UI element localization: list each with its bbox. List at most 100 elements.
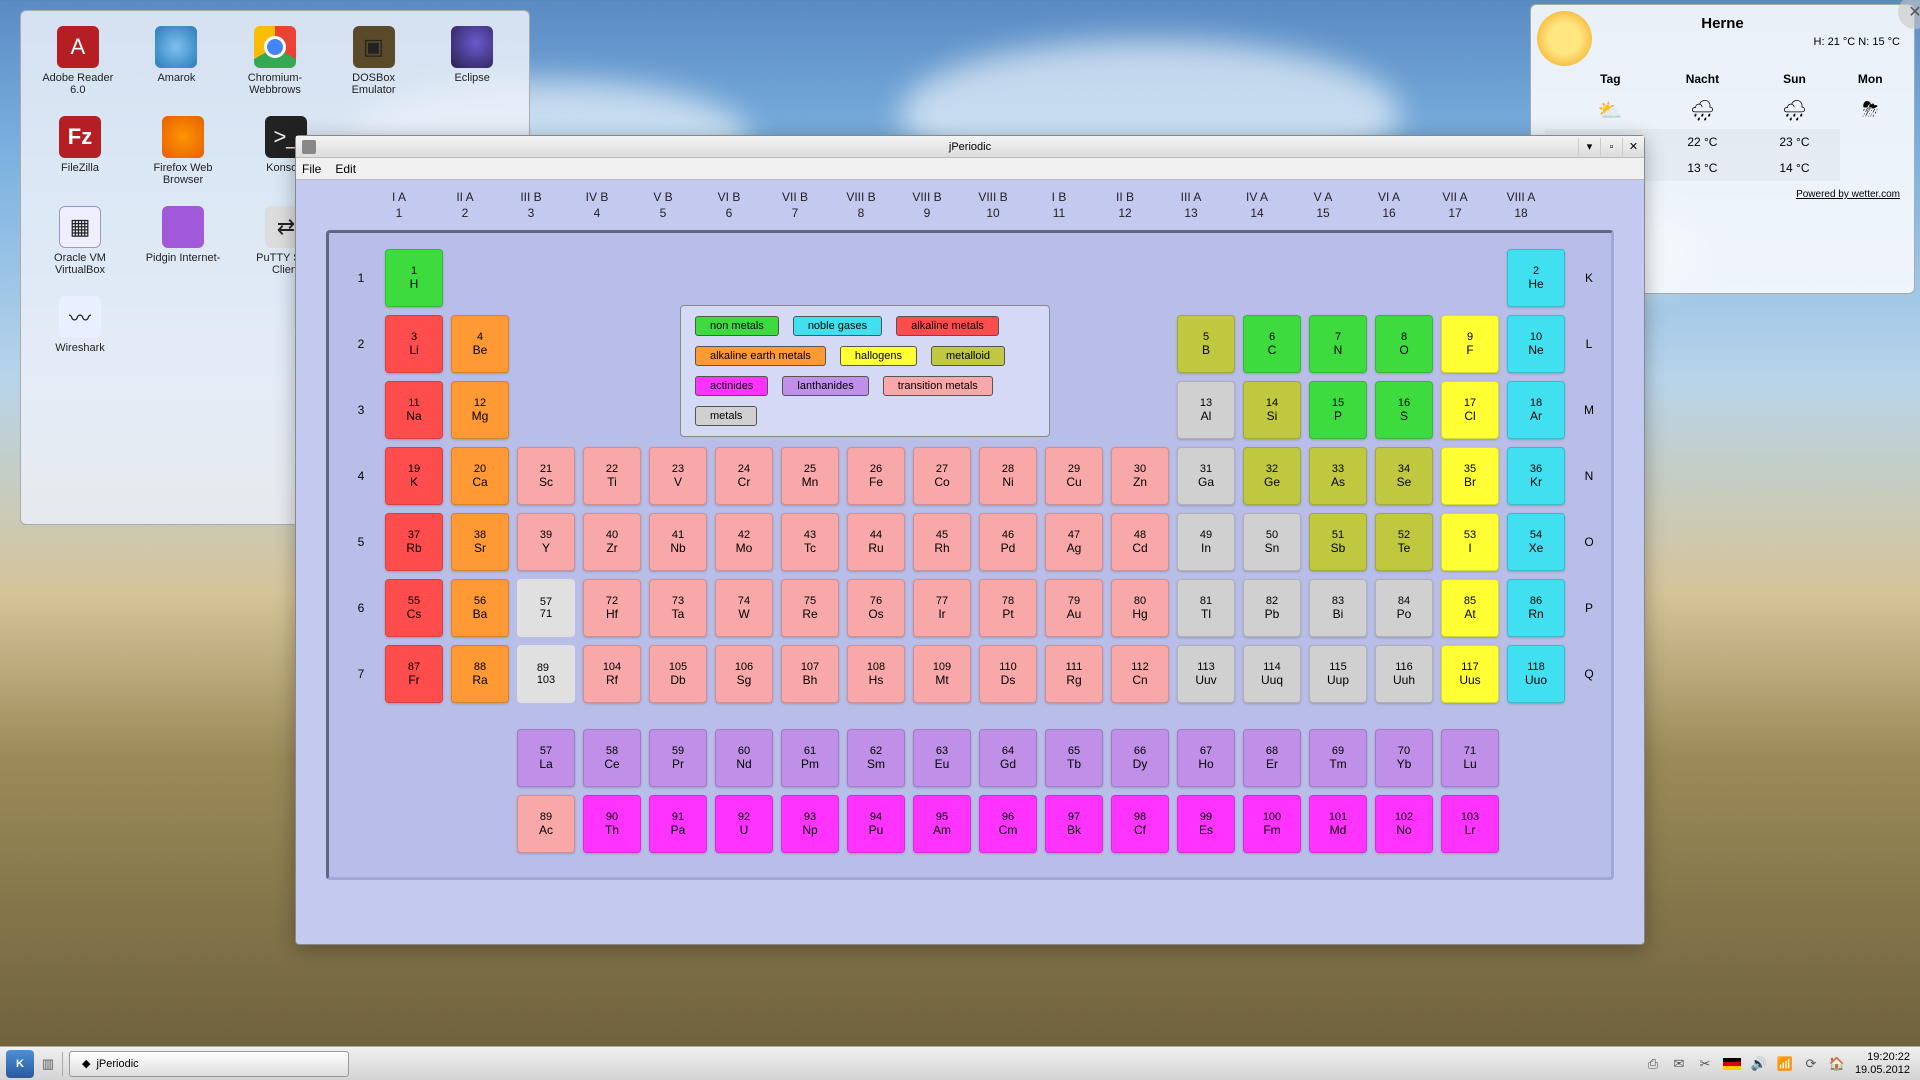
element-cell-Zn[interactable]: 30Zn: [1111, 447, 1169, 505]
element-cell-Rb[interactable]: 37Rb: [385, 513, 443, 571]
element-cell-Ge[interactable]: 32Ge: [1243, 447, 1301, 505]
element-cell-Rn[interactable]: 86Rn: [1507, 579, 1565, 637]
legend-noble-gases[interactable]: noble gases: [793, 316, 882, 336]
element-cell-Db[interactable]: 105Db: [649, 645, 707, 703]
element-cell-Sg[interactable]: 106Sg: [715, 645, 773, 703]
element-cell-Y[interactable]: 39Y: [517, 513, 575, 571]
element-cell-Th[interactable]: 90Th: [583, 795, 641, 853]
element-cell-Yb[interactable]: 70Yb: [1375, 729, 1433, 787]
desktop-icon[interactable]: ▣DOSBox Emulator: [332, 26, 416, 96]
element-cell-Pr[interactable]: 59Pr: [649, 729, 707, 787]
element-cell-Bi[interactable]: 83Bi: [1309, 579, 1367, 637]
element-cell-Pd[interactable]: 46Pd: [979, 513, 1037, 571]
element-cell-Mg[interactable]: 12Mg: [451, 381, 509, 439]
element-cell-Ga[interactable]: 31Ga: [1177, 447, 1235, 505]
element-cell-Fm[interactable]: 100Fm: [1243, 795, 1301, 853]
element-cell-At[interactable]: 85At: [1441, 579, 1499, 637]
element-cell-Rh[interactable]: 45Rh: [913, 513, 971, 571]
element-cell-Bk[interactable]: 97Bk: [1045, 795, 1103, 853]
legend-alkaline-earth-metals[interactable]: alkaline earth metals: [695, 346, 826, 366]
desktop-icon[interactable]: AAdobe Reader 6.0: [36, 26, 120, 96]
element-cell-Tm[interactable]: 69Tm: [1309, 729, 1367, 787]
element-cell-Ds[interactable]: 110Ds: [979, 645, 1037, 703]
element-cell-Re[interactable]: 75Re: [781, 579, 839, 637]
element-cell-N[interactable]: 7N: [1309, 315, 1367, 373]
element-cell-H[interactable]: 1H: [385, 249, 443, 307]
element-cell-Co[interactable]: 27Co: [913, 447, 971, 505]
element-cell-Rf[interactable]: 104Rf: [583, 645, 641, 703]
element-cell-Sb[interactable]: 51Sb: [1309, 513, 1367, 571]
taskbar-clock[interactable]: 19:20:22 19.05.2012: [1855, 1051, 1914, 1075]
element-cell-Ba[interactable]: 56Ba: [451, 579, 509, 637]
element-cell-F[interactable]: 9F: [1441, 315, 1499, 373]
element-cell-Xe[interactable]: 54Xe: [1507, 513, 1565, 571]
element-cell-Li[interactable]: 3Li: [385, 315, 443, 373]
legend-actinides[interactable]: actinides: [695, 376, 768, 396]
element-cell-Zr[interactable]: 40Zr: [583, 513, 641, 571]
element-cell-Uup[interactable]: 115Uup: [1309, 645, 1367, 703]
desktop-icon[interactable]: Eclipse: [430, 26, 514, 96]
element-cell-Ag[interactable]: 47Ag: [1045, 513, 1103, 571]
element-cell-Os[interactable]: 76Os: [847, 579, 905, 637]
weather-close-button[interactable]: ✕: [1898, 0, 1920, 29]
element-cell-Tc[interactable]: 43Tc: [781, 513, 839, 571]
element-cell-Pu[interactable]: 94Pu: [847, 795, 905, 853]
window-maximize-button[interactable]: ▫: [1600, 138, 1622, 156]
element-cell-Eu[interactable]: 63Eu: [913, 729, 971, 787]
element-cell-Ti[interactable]: 22Ti: [583, 447, 641, 505]
element-cell-Ca[interactable]: 20Ca: [451, 447, 509, 505]
show-desktop-button[interactable]: ▥: [40, 1056, 56, 1072]
element-cell-K[interactable]: 19K: [385, 447, 443, 505]
window-close-button[interactable]: ✕: [1622, 138, 1644, 156]
element-cell-Sc[interactable]: 21Sc: [517, 447, 575, 505]
element-cell-Na[interactable]: 11Na: [385, 381, 443, 439]
element-cell-Cn[interactable]: 112Cn: [1111, 645, 1169, 703]
tray-keyboard-layout-icon[interactable]: [1723, 1058, 1741, 1070]
legend-lanthanides[interactable]: lanthanides: [782, 376, 868, 396]
element-cell-Ru[interactable]: 44Ru: [847, 513, 905, 571]
element-cell-Uuh[interactable]: 116Uuh: [1375, 645, 1433, 703]
element-cell-Cs[interactable]: 55Cs: [385, 579, 443, 637]
element-cell-Ra[interactable]: 88Ra: [451, 645, 509, 703]
element-cell-B[interactable]: 5B: [1177, 315, 1235, 373]
element-cell-Lr[interactable]: 103Lr: [1441, 795, 1499, 853]
legend-hallogens[interactable]: hallogens: [840, 346, 917, 366]
element-cell-Dy[interactable]: 66Dy: [1111, 729, 1169, 787]
element-cell-V[interactable]: 23V: [649, 447, 707, 505]
legend-metalloid[interactable]: metalloid: [931, 346, 1005, 366]
element-cell-Fr[interactable]: 87Fr: [385, 645, 443, 703]
menu-edit[interactable]: Edit: [335, 162, 356, 176]
element-cell-Ir[interactable]: 77Ir: [913, 579, 971, 637]
element-cell-La[interactable]: 57La: [517, 729, 575, 787]
element-cell-Ho[interactable]: 67Ho: [1177, 729, 1235, 787]
element-cell-Cu[interactable]: 29Cu: [1045, 447, 1103, 505]
element-cell-Kr[interactable]: 36Kr: [1507, 447, 1565, 505]
element-cell-Hg[interactable]: 80Hg: [1111, 579, 1169, 637]
element-cell-Ce[interactable]: 58Ce: [583, 729, 641, 787]
window-minimize-button[interactable]: ▾: [1578, 138, 1600, 156]
tray-mail-icon[interactable]: ✉: [1671, 1056, 1687, 1072]
desktop-icon[interactable]: Chromium-Webbrows: [233, 26, 317, 96]
element-cell-Md[interactable]: 101Md: [1309, 795, 1367, 853]
element-cell-Al[interactable]: 13Al: [1177, 381, 1235, 439]
tray-updates-icon[interactable]: ⟳: [1803, 1056, 1819, 1072]
element-cell-Ar[interactable]: 18Ar: [1507, 381, 1565, 439]
element-cell-He[interactable]: 2He: [1507, 249, 1565, 307]
element-cell-Mt[interactable]: 109Mt: [913, 645, 971, 703]
tray-battery-icon[interactable]: 🏠: [1829, 1056, 1845, 1072]
tray-volume-icon[interactable]: 🔊: [1751, 1056, 1767, 1072]
desktop-icon[interactable]: Pidgin Internet-: [139, 206, 227, 276]
legend-transition-metals[interactable]: transition metals: [883, 376, 993, 396]
tray-clipboard-icon[interactable]: ✂: [1697, 1056, 1713, 1072]
desktop-icon[interactable]: ▦Oracle VM VirtualBox: [36, 206, 124, 276]
element-cell-Au[interactable]: 79Au: [1045, 579, 1103, 637]
element-cell-Sm[interactable]: 62Sm: [847, 729, 905, 787]
tray-usb-icon[interactable]: ⎙: [1645, 1056, 1661, 1072]
element-cell-C[interactable]: 6C: [1243, 315, 1301, 373]
element-cell-Bh[interactable]: 107Bh: [781, 645, 839, 703]
element-cell-No[interactable]: 102No: [1375, 795, 1433, 853]
element-cell-Uuq[interactable]: 114Uuq: [1243, 645, 1301, 703]
element-cell-P[interactable]: 15P: [1309, 381, 1367, 439]
fblock-placeholder[interactable]: 5771: [517, 579, 575, 637]
element-cell-Es[interactable]: 99Es: [1177, 795, 1235, 853]
